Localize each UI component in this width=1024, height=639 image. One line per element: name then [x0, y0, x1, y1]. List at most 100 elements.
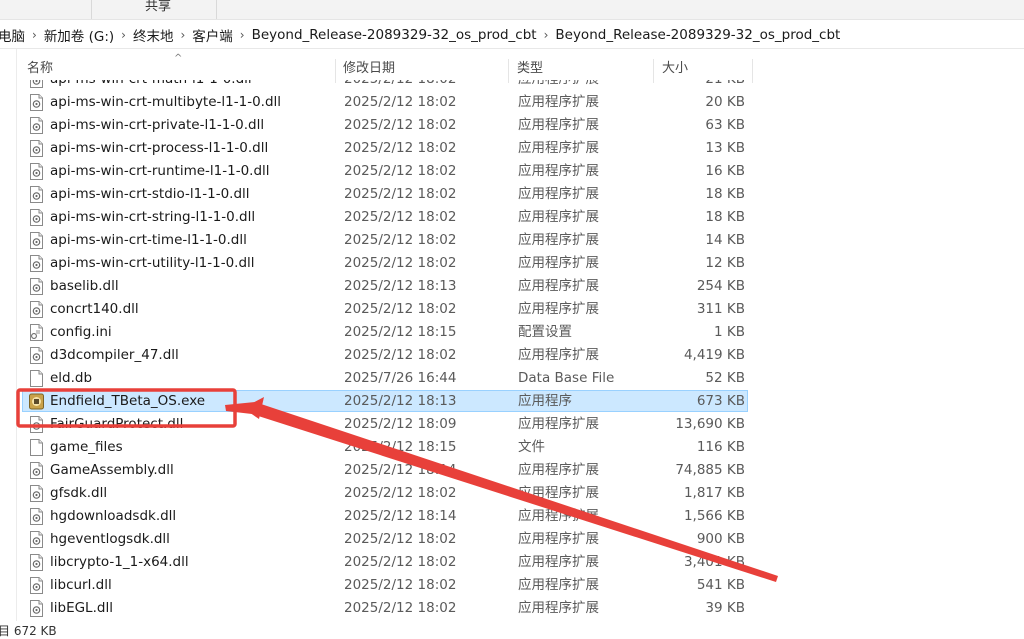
status-bar: 目 672 KB — [0, 622, 1024, 638]
file-modified-date: 2025/2/12 18:15 — [344, 324, 457, 340]
file-name: GameAssembly.dll — [50, 462, 174, 478]
dll-file-icon — [30, 117, 43, 134]
chevron-right-icon[interactable]: › — [235, 28, 250, 42]
file-modified-date: 2025/2/12 18:02 — [344, 347, 457, 363]
file-size: 4,419 KB — [683, 347, 745, 363]
file-modified-date: 2025/2/12 18:14 — [344, 462, 457, 478]
dll-file-icon — [30, 416, 43, 433]
breadcrumb-item[interactable]: 电脑 — [0, 25, 27, 45]
chevron-right-icon[interactable]: › — [175, 28, 190, 42]
file-type: 应用程序扩展 — [518, 485, 599, 501]
column-header-date[interactable]: 修改日期 — [343, 59, 395, 81]
file-row[interactable]: libcurl.dll 2025/2/12 18:02 应用程序扩展 541 KB — [0, 574, 1024, 597]
file-modified-date: 2025/2/12 18:02 — [344, 255, 457, 271]
file-row[interactable]: hgdownloadsdk.dll 2025/2/12 18:14 应用程序扩展 1,… — [0, 505, 1024, 528]
dll-file-icon — [30, 600, 43, 617]
file-row[interactable]: baselib.dll 2025/2/12 18:13 应用程序扩展 254 KB — [0, 275, 1024, 298]
blank-file-icon — [30, 439, 43, 456]
file-modified-date: 2025/2/12 18:02 — [344, 554, 457, 570]
file-list[interactable]: ^ 名称 修改日期 类型 大小 api-ms-win-crt-math-l1-1… — [0, 49, 1024, 621]
status-selected-size: 目 672 KB — [0, 624, 57, 638]
chevron-right-icon[interactable]: › — [27, 28, 42, 42]
dll-file-icon — [30, 278, 43, 295]
dll-file-icon — [30, 163, 43, 180]
file-modified-date: 2025/2/12 18:02 — [344, 163, 457, 179]
file-type: 应用程序扩展 — [518, 301, 599, 317]
file-name: libcurl.dll — [50, 577, 112, 593]
breadcrumb-item[interactable]: Beyond_Release-2089329-32_os_prod_cbt — [553, 27, 842, 43]
column-header-type[interactable]: 类型 — [517, 59, 543, 81]
file-row[interactable]: game_files 2025/2/12 18:15 文件 116 KB — [0, 436, 1024, 459]
file-size: 20 KB — [705, 94, 745, 110]
file-type: 应用程序扩展 — [518, 80, 599, 91]
file-row[interactable]: api-ms-win-crt-utility-l1-1-0.dll 2025/2/… — [0, 252, 1024, 275]
file-row[interactable]: api-ms-win-crt-multibyte-l1-1-0.dll 2025/… — [0, 91, 1024, 114]
file-row[interactable]: gfsdk.dll 2025/2/12 18:02 应用程序扩展 1,817 KB — [0, 482, 1024, 505]
file-row[interactable]: eld.db 2025/7/26 16:44 Data Base File 52 KB — [0, 367, 1024, 390]
chevron-right-icon[interactable]: › — [539, 28, 554, 42]
file-rows: api-ms-win-crt-math-l1-1-0.dll 2025/2/12 … — [0, 80, 1024, 620]
dll-file-icon — [30, 94, 43, 111]
address-bar[interactable]: 电脑 › 新加卷 (G:) › 终末地 › 客户端 › Beyond_Release-20893… — [0, 22, 1024, 49]
file-size: 74,885 KB — [675, 462, 745, 478]
file-name: libcrypto-1_1-x64.dll — [50, 554, 189, 570]
file-modified-date: 2025/2/12 18:02 — [344, 232, 457, 248]
dll-file-icon — [30, 462, 43, 479]
file-size: 12 KB — [705, 255, 745, 271]
file-size: 63 KB — [705, 117, 745, 133]
file-type: 配置设置 — [518, 324, 572, 340]
file-row[interactable]: api-ms-win-crt-math-l1-1-0.dll 2025/2/12 … — [0, 80, 1024, 91]
breadcrumb-item[interactable]: Beyond_Release-2089329-32_os_prod_cbt — [250, 27, 539, 43]
file-name: api-ms-win-crt-runtime-l1-1-0.dll — [50, 163, 270, 179]
chevron-right-icon[interactable]: › — [116, 28, 131, 42]
ini-file-icon — [30, 324, 43, 341]
file-row[interactable]: GameAssembly.dll 2025/2/12 18:14 应用程序扩展 74,… — [0, 459, 1024, 482]
file-name: FairGuardProtect.dll — [50, 416, 184, 432]
dll-file-icon — [30, 140, 43, 157]
file-row[interactable]: config.ini 2025/2/12 18:15 配置设置 1 KB — [0, 321, 1024, 344]
file-name: concrt140.dll — [50, 301, 139, 317]
file-modified-date: 2025/2/12 18:02 — [344, 531, 457, 547]
file-row[interactable]: concrt140.dll 2025/2/12 18:02 应用程序扩展 311 KB — [0, 298, 1024, 321]
breadcrumb-item[interactable]: 终末地 — [131, 25, 176, 45]
file-row[interactable]: Endfield_TBeta_OS.exe 2025/2/12 18:13 应用程序… — [0, 390, 1024, 413]
file-type: 应用程序扩展 — [518, 140, 599, 156]
file-type: 应用程序扩展 — [518, 416, 599, 432]
file-row[interactable]: d3dcompiler_47.dll 2025/2/12 18:02 应用程序扩展 4… — [0, 344, 1024, 367]
file-row[interactable]: libcrypto-1_1-x64.dll 2025/2/12 18:02 应用程序… — [0, 551, 1024, 574]
breadcrumb-item[interactable]: 新加卷 (G:) — [42, 25, 116, 45]
file-row[interactable]: api-ms-win-crt-private-l1-1-0.dll 2025/2/… — [0, 114, 1024, 137]
ribbon-bar: 共享 — [0, 0, 1024, 20]
file-name: api-ms-win-crt-math-l1-1-0.dll — [50, 80, 252, 91]
tab-share[interactable]: 共享 — [145, 0, 171, 18]
dll-file-icon — [30, 347, 43, 364]
file-modified-date: 2025/2/12 18:02 — [344, 186, 457, 202]
file-row[interactable]: FairGuardProtect.dll 2025/2/12 18:09 应用程序扩… — [0, 413, 1024, 436]
file-row[interactable]: api-ms-win-crt-process-l1-1-0.dll 2025/2/… — [0, 137, 1024, 160]
column-header-row: 名称 修改日期 类型 大小 — [18, 59, 753, 83]
file-row[interactable]: libEGL.dll 2025/2/12 18:02 应用程序扩展 39 KB — [0, 597, 1024, 620]
column-header-name[interactable]: 名称 — [27, 59, 53, 81]
file-name: gfsdk.dll — [50, 485, 108, 501]
file-name: api-ms-win-crt-stdio-l1-1-0.dll — [50, 186, 250, 202]
file-name: api-ms-win-crt-utility-l1-1-0.dll — [50, 255, 255, 271]
file-row[interactable]: api-ms-win-crt-time-l1-1-0.dll 2025/2/12 … — [0, 229, 1024, 252]
file-type: 应用程序扩展 — [518, 163, 599, 179]
file-row[interactable]: api-ms-win-crt-stdio-l1-1-0.dll 2025/2/12… — [0, 183, 1024, 206]
dll-file-icon — [30, 577, 43, 594]
file-row[interactable]: api-ms-win-crt-string-l1-1-0.dll 2025/2/1… — [0, 206, 1024, 229]
file-modified-date: 2025/2/12 18:14 — [344, 508, 457, 524]
file-size: 39 KB — [705, 600, 745, 616]
file-size: 541 KB — [696, 577, 745, 593]
file-row[interactable]: hgeventlogsdk.dll 2025/2/12 18:02 应用程序扩展 90… — [0, 528, 1024, 551]
column-header-size[interactable]: 大小 — [662, 59, 688, 81]
file-name: game_files — [50, 439, 123, 455]
dll-file-icon — [30, 80, 43, 88]
file-type: 应用程序 — [518, 393, 572, 409]
file-row[interactable]: api-ms-win-crt-runtime-l1-1-0.dll 2025/2/… — [0, 160, 1024, 183]
game-exe-icon — [29, 393, 44, 410]
file-size: 1,566 KB — [683, 508, 745, 524]
file-size: 18 KB — [705, 186, 745, 202]
file-type: 应用程序扩展 — [518, 577, 599, 593]
breadcrumb-item[interactable]: 客户端 — [190, 25, 235, 45]
